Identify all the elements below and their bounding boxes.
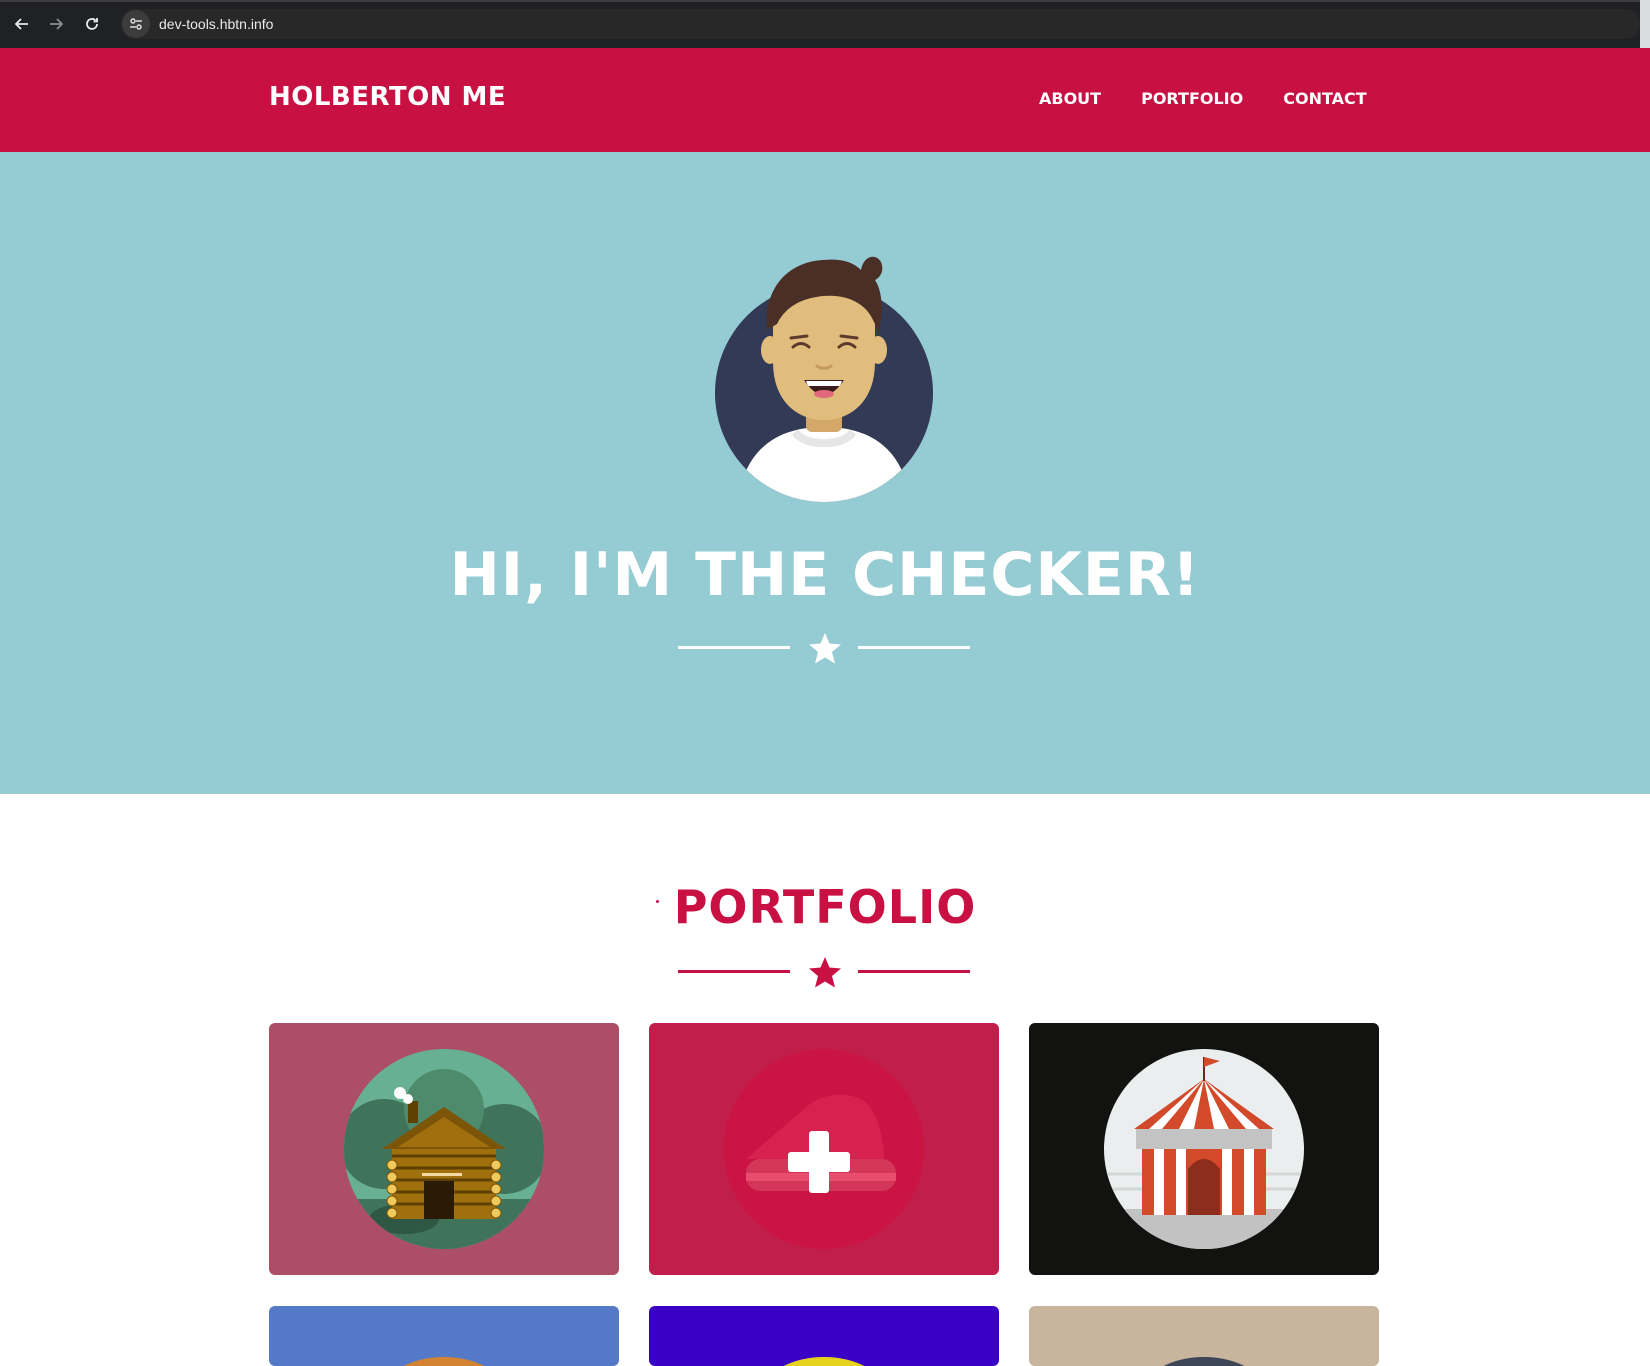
portfolio-item-6[interactable] (1029, 1306, 1379, 1366)
partial-icon (403, 1357, 485, 1366)
portfolio-item-circus[interactable] (1029, 1023, 1379, 1275)
star-icon (809, 633, 841, 664)
portfolio-title: PORTFOLIO (673, 880, 977, 934)
divider-line-right (858, 646, 970, 649)
url-text[interactable]: dev-tools.hbtn.info (159, 16, 273, 32)
hero-title: HI, I'M THE CHECKER! (449, 540, 1201, 610)
address-bar[interactable]: dev-tools.hbtn.info (120, 9, 1640, 39)
main-nav: ABOUT PORTFOLIO CONTACT (1039, 89, 1407, 108)
cake-icon (724, 1049, 924, 1249)
reload-icon[interactable] (78, 10, 106, 38)
cabin-icon (344, 1049, 544, 1249)
avatar (715, 256, 933, 502)
window-edge (1640, 0, 1650, 48)
divider-line-left (678, 970, 790, 973)
portfolio-item-4[interactable] (269, 1306, 619, 1366)
hero-divider (678, 632, 970, 664)
portfolio-item-cabin[interactable] (269, 1023, 619, 1275)
site-info-icon[interactable] (122, 10, 150, 38)
nav-about[interactable]: ABOUT (1039, 89, 1101, 108)
divider-line-right (858, 970, 970, 973)
nav-portfolio[interactable]: PORTFOLIO (1141, 89, 1243, 108)
nav-contact[interactable]: CONTACT (1283, 89, 1366, 108)
divider-line-left (678, 646, 790, 649)
site-header: HOLBERTON ME ABOUT PORTFOLIO CONTACT (0, 48, 1650, 152)
partial-icon (783, 1357, 865, 1366)
forward-arrow-icon[interactable] (42, 10, 70, 38)
circus-tent-icon (1104, 1049, 1304, 1249)
star-icon (809, 957, 841, 988)
portfolio-item-5[interactable] (649, 1306, 999, 1366)
portfolio-divider (678, 956, 970, 988)
browser-toolbar: dev-tools.hbtn.info (0, 0, 1650, 48)
portfolio-item-cake[interactable] (649, 1023, 999, 1275)
tab-strip-edge (0, 0, 1650, 2)
back-arrow-icon[interactable] (8, 10, 36, 38)
brand-link[interactable]: HOLBERTON ME (269, 82, 506, 112)
partial-icon (1163, 1357, 1245, 1366)
